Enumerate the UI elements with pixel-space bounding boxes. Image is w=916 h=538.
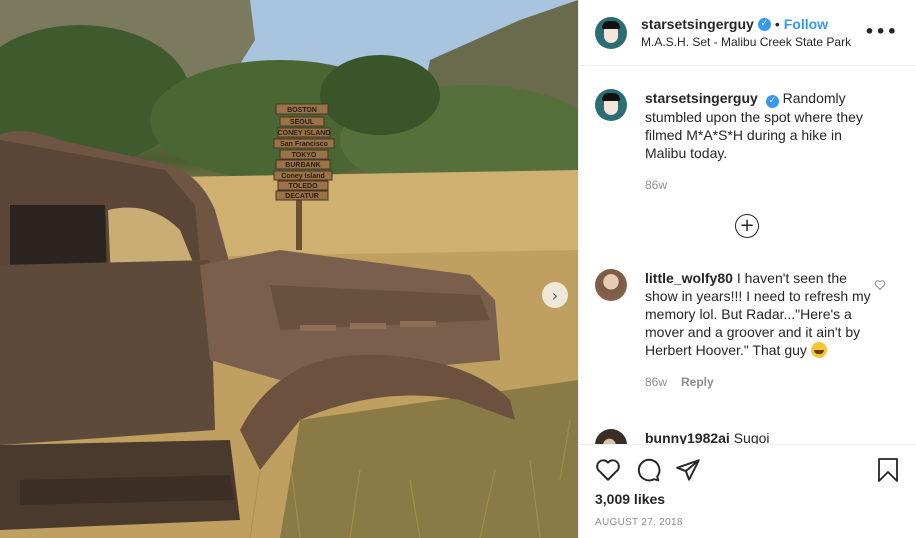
heart-icon[interactable] xyxy=(595,457,621,483)
caption-username[interactable]: starsetsingerguy xyxy=(645,90,758,106)
avatar[interactable] xyxy=(595,89,627,121)
post-location[interactable]: M.A.S.H. Set - Malibu Creek State Park xyxy=(641,35,851,49)
heart-icon[interactable] xyxy=(874,279,886,291)
post-panel: starsetsingerguy ✓ • Follow M.A.S.H. Set… xyxy=(578,0,916,538)
post-header: starsetsingerguy ✓ • Follow M.A.S.H. Set… xyxy=(579,0,916,66)
actions-bar: 3,009 likes AUGUST 27, 2018 xyxy=(579,444,916,538)
avatar[interactable] xyxy=(595,269,627,301)
reply-button[interactable]: Reply xyxy=(681,373,714,391)
sign-text: Coney Island xyxy=(281,173,325,180)
sign-text: CONEY ISLAND xyxy=(278,130,331,137)
sign-text: TOKYO xyxy=(292,152,317,159)
likes-count[interactable]: 3,009 likes xyxy=(595,491,665,507)
caption: starsetsingerguy ✓ Randomly stumbled upo… xyxy=(595,89,875,194)
sign-text: DECATUR xyxy=(285,193,319,200)
verified-icon: ✓ xyxy=(757,17,771,31)
caption-age[interactable]: 86w xyxy=(645,176,667,194)
follow-button[interactable]: Follow xyxy=(784,16,828,32)
separator-dot: • xyxy=(774,16,780,32)
photo-illustration: BOSTON SEOUL CONEY ISLAND San Francisco … xyxy=(0,0,578,538)
post-photo[interactable]: BOSTON SEOUL CONEY ISLAND San Francisco … xyxy=(0,0,578,538)
comment-icon[interactable] xyxy=(635,457,661,483)
list-item: little_wolfy80 I haven't seen the show i… xyxy=(595,269,875,391)
laughing-emoji-icon xyxy=(810,342,827,358)
bookmark-icon[interactable] xyxy=(876,457,900,483)
avatar[interactable] xyxy=(595,16,627,49)
avatar[interactable] xyxy=(595,429,627,444)
verified-icon: ✓ xyxy=(765,95,779,108)
comment-age[interactable]: 86w xyxy=(645,373,667,391)
more-icon[interactable]: ••• xyxy=(864,22,898,41)
comment-text: Sugoi xyxy=(733,430,770,444)
comments-list[interactable]: starsetsingerguy ✓ Randomly stumbled upo… xyxy=(579,67,916,444)
comment-username[interactable]: bunny1982ai xyxy=(645,430,730,444)
sign-text: TOLEDO xyxy=(288,183,318,190)
chevron-right-icon[interactable]: › xyxy=(542,282,568,308)
comment-username[interactable]: little_wolfy80 xyxy=(645,270,733,286)
add-circle-icon[interactable]: + xyxy=(735,214,759,238)
sign-text: SEOUL xyxy=(290,119,315,126)
post-username[interactable]: starsetsingerguy xyxy=(641,16,754,32)
sign-text: San Francisco xyxy=(280,141,328,148)
list-item: bunny1982ai Sugoi xyxy=(595,429,875,444)
sign-text: BURBANK xyxy=(285,162,320,169)
sign-text: BOSTON xyxy=(287,107,317,114)
post-date[interactable]: AUGUST 27, 2018 xyxy=(595,517,683,528)
share-icon[interactable] xyxy=(675,457,701,483)
